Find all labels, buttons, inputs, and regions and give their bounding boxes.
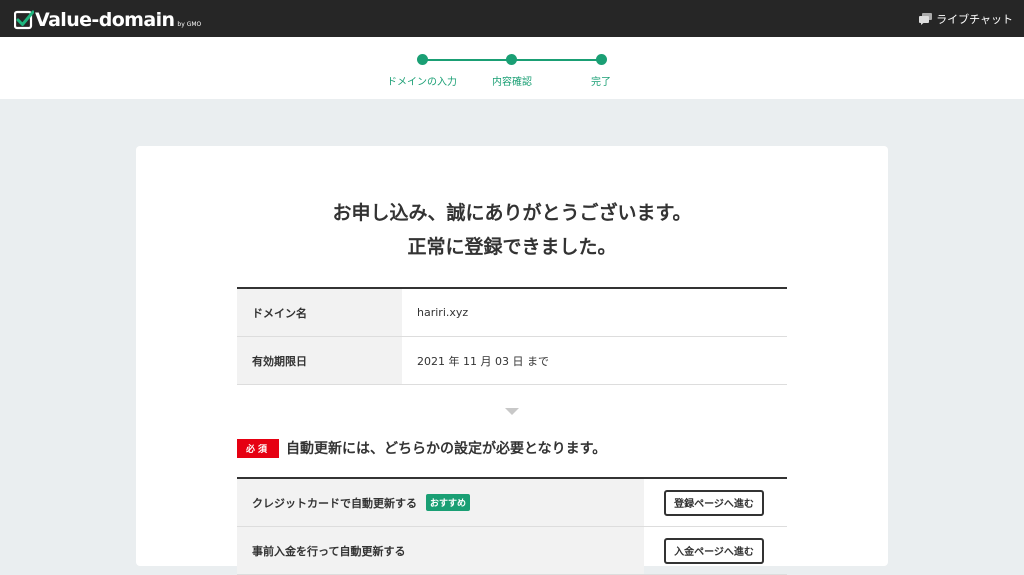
live-chat-link[interactable]: ライブチャット [919,11,1013,27]
top-navigation-bar: Value-domain by GMO ライブチャット [0,0,1024,37]
credit-card-option-action: 登録ページへ進む [644,479,787,526]
table-row: 事前入金を行って自動更新する 入金ページへ進む [237,527,787,575]
table-row: クレジットカードで自動更新する おすすめ 登録ページへ進む [237,479,787,527]
expiration-date-value: 2021 年 11 月 03 日 まで [417,354,549,368]
value-domain-logo[interactable]: Value-domain by GMO [14,7,201,31]
go-to-registration-button[interactable]: 登録ページへ進む [664,489,764,516]
step-dot-complete [596,54,607,65]
step-label-confirm: 内容確認 [492,77,532,88]
domain-name-value: hariri.xyz [417,306,469,319]
domain-name-label: ドメイン名 [237,289,402,336]
live-chat-label: ライブチャット [936,13,1013,26]
logo-text: Value-domain [35,9,175,31]
auto-renew-options-table: クレジットカードで自動更新する おすすめ 登録ページへ進む 事前入金を行って自動… [237,477,787,575]
auto-renew-notice: 必須 自動更新には、どちらかの設定が必要となります。 [237,438,606,458]
step-label-domain-input: ドメインの入力 [387,77,457,88]
down-arrow-icon [505,408,519,415]
prepayment-option-action: 入金ページへ進む [644,527,787,574]
step-label-complete: 完了 [591,77,611,88]
table-row: ドメイン名 hariri.xyz [237,289,787,337]
step-dot-confirm [506,54,517,65]
credit-card-option-label: クレジットカードで自動更新する おすすめ [237,479,644,526]
progress-indicator: ドメインの入力 内容確認 完了 [0,37,1024,99]
registration-info-table: ドメイン名 hariri.xyz 有効期限日 2021 年 11 月 03 日 … [237,287,787,385]
required-badge: 必須 [237,438,280,458]
logo-check-icon [14,10,34,30]
chat-icon [919,13,933,25]
expiration-date-label: 有効期限日 [237,337,402,384]
credit-card-option-text: クレジットカードで自動更新する [252,496,417,510]
completion-card: お申し込み、誠にありがとうございます。 正常に登録できました。 ドメイン名 ha… [136,146,888,575]
table-row: 有効期限日 2021 年 11 月 03 日 まで [237,337,787,385]
registration-success-heading: 正常に登録できました。 [407,236,617,258]
auto-renew-notice-text: 自動更新には、どちらかの設定が必要となります。 [286,441,607,457]
thank-you-heading: お申し込み、誠にありがとうございます。 [332,202,692,224]
logo-subtext: by GMO [177,21,202,28]
prepayment-option-label: 事前入金を行って自動更新する [237,527,644,574]
recommended-badge: おすすめ [426,494,471,511]
prepayment-option-text: 事前入金を行って自動更新する [252,544,406,558]
step-dot-domain-input [417,54,428,65]
go-to-deposit-button[interactable]: 入金ページへ進む [664,537,764,564]
